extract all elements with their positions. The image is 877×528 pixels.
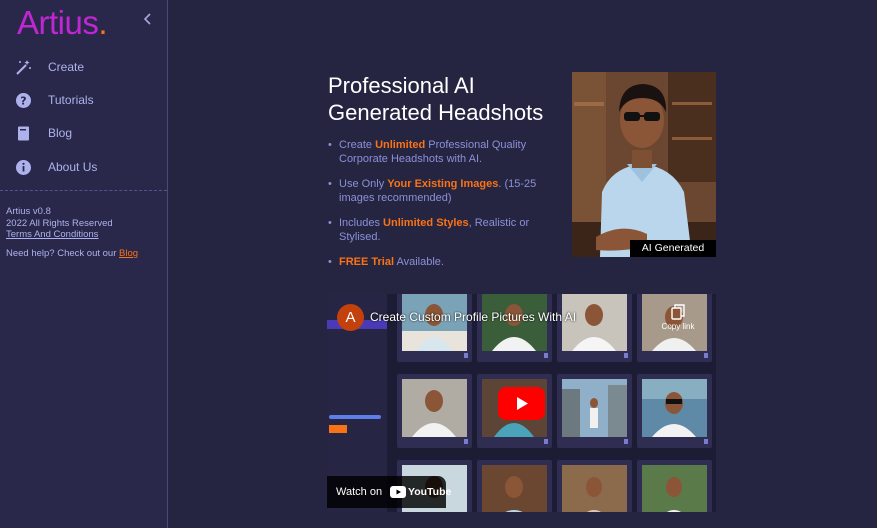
help-text: Need help? Check out our Blog xyxy=(6,248,138,259)
headshot-image: AI Generated xyxy=(572,72,716,257)
blog-link[interactable]: Blog xyxy=(119,248,138,259)
help-prefix: Need help? Check out our xyxy=(6,248,120,259)
video-thumbnail xyxy=(557,294,632,362)
watch-label: Watch on xyxy=(336,486,383,498)
brand-name: Artius xyxy=(17,4,99,41)
copy-link-button[interactable]: Copy link xyxy=(658,304,698,331)
sidebar-item-about-us[interactable]: About Us xyxy=(0,153,167,181)
youtube-logo: YouTube xyxy=(390,485,451,499)
sidebar-item-label: Blog xyxy=(48,126,73,140)
video-thumbnail xyxy=(477,460,552,512)
sidebar-item-label: Create xyxy=(48,60,85,74)
page-title: Professional AI Generated Headshots xyxy=(328,73,544,125)
sidebar-item-blog[interactable]: Blog xyxy=(0,119,167,147)
sidebar-footer: Artius v0.8 2022 All Rights Reserved Ter… xyxy=(6,206,113,241)
list-item: FREE Trial Available. xyxy=(328,255,573,269)
video-thumbnail xyxy=(557,460,632,512)
video-thumbnail xyxy=(397,374,472,448)
channel-avatar[interactable]: A xyxy=(337,304,364,331)
terms-link[interactable]: Terms And Conditions xyxy=(6,229,98,240)
magic-wand-icon xyxy=(15,59,32,76)
youtube-icon xyxy=(390,486,406,498)
watch-on-youtube-button[interactable]: Watch on YouTube xyxy=(327,476,451,508)
list-item: Includes Unlimited Styles, Realistic or … xyxy=(328,216,573,244)
video-thumbnail xyxy=(397,294,472,362)
sidebar: Artius. Create ? Tutorials Blog About Us… xyxy=(0,0,168,528)
collapse-sidebar-button[interactable] xyxy=(141,13,155,29)
sidebar-item-label: Tutorials xyxy=(48,93,94,107)
play-icon xyxy=(517,397,528,410)
youtube-embed[interactable]: A Create Custom Profile Pictures With AI… xyxy=(327,294,716,512)
video-thumbnail xyxy=(557,374,632,448)
chevron-left-icon xyxy=(143,13,151,25)
sidebar-divider xyxy=(0,190,167,191)
rights-text: 2022 All Rights Reserved xyxy=(6,217,113,229)
sidebar-item-create[interactable]: Create xyxy=(0,53,167,81)
list-item: Create Unlimited Professional Quality Co… xyxy=(328,138,573,166)
video-thumbnail xyxy=(637,374,712,448)
list-item: Use Only Your Existing Images. (15-25 im… xyxy=(328,177,573,205)
copy-icon xyxy=(671,304,685,320)
ai-generated-badge: AI Generated xyxy=(630,240,716,257)
brand-logo[interactable]: Artius. xyxy=(17,4,108,42)
sidebar-item-tutorials[interactable]: ? Tutorials xyxy=(0,86,167,114)
info-circle-icon xyxy=(15,159,32,176)
question-circle-icon: ? xyxy=(15,92,32,109)
book-icon xyxy=(15,125,32,142)
version-text: Artius v0.8 xyxy=(6,206,51,217)
play-button[interactable] xyxy=(498,387,545,420)
feature-list: Create Unlimited Professional Quality Co… xyxy=(328,138,573,280)
sidebar-item-label: About Us xyxy=(48,160,98,174)
video-title[interactable]: Create Custom Profile Pictures With AI xyxy=(370,310,576,324)
copy-link-label: Copy link xyxy=(661,322,695,331)
svg-text:?: ? xyxy=(20,94,26,107)
video-thumbnail xyxy=(477,294,552,362)
video-thumbnail xyxy=(637,460,712,512)
brand-dot: . xyxy=(98,4,108,41)
